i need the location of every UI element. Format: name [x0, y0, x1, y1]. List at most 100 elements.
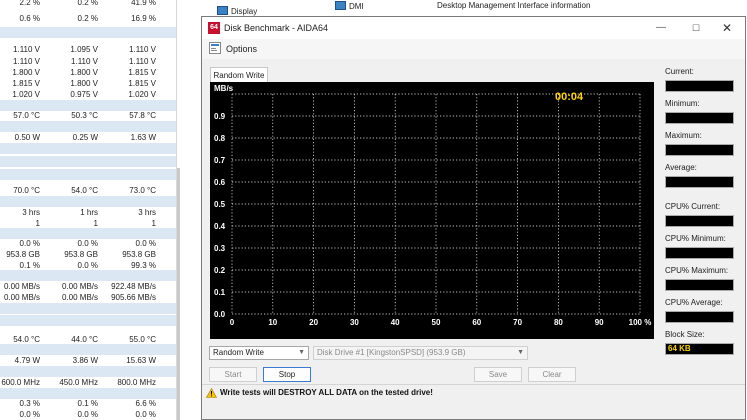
cpu-minimum-value: [665, 247, 734, 259]
table-cell: 905.66 MB/s: [111, 293, 156, 302]
table-row[interactable]: 953.8 GB 953.8 GB 953.8 GB: [0, 249, 176, 260]
status-divider: [202, 384, 745, 385]
clear-button[interactable]: Clear: [528, 367, 576, 382]
tree-item-label: Desktop Management Interface information: [437, 1, 591, 10]
x-tick-label: 10: [268, 318, 277, 327]
table-row[interactable]: 1.800 V 1.800 V 1.815 V: [0, 67, 176, 78]
stop-button[interactable]: Stop: [263, 367, 311, 382]
table-section-separator[interactable]: [0, 366, 176, 377]
table-cell: 953.8 GB: [6, 250, 40, 259]
table-row[interactable]: 1.110 V 1.095 V 1.110 V: [0, 44, 176, 55]
table-cell: 4.79 W: [14, 356, 40, 365]
table-cell: 73.0 °C: [129, 186, 156, 195]
table-section-separator[interactable]: [0, 315, 176, 326]
start-button[interactable]: Start: [209, 367, 257, 382]
monitor-icon: [217, 6, 228, 15]
x-tick-label: 90: [595, 318, 604, 327]
table-row[interactable]: 0.0 % 0.0 % 0.0 %: [0, 238, 176, 249]
drive-select[interactable]: Disk Drive #1 [KingstonSPSD] (953.9 GB) …: [313, 346, 528, 360]
x-tick-label: 100 %: [629, 318, 652, 327]
table-cell: 3.86 W: [72, 356, 98, 365]
tree-item[interactable]: Display: [217, 6, 257, 16]
options-menu[interactable]: Options: [226, 44, 257, 54]
block-size-label: Block Size:: [665, 330, 705, 339]
table-cell: 922.48 MB/s: [111, 282, 156, 291]
y-tick-label: 0.8: [214, 134, 226, 143]
table-section-separator[interactable]: [0, 156, 176, 167]
background-scrollbar[interactable]: [177, 168, 180, 420]
table-section-separator[interactable]: [0, 143, 176, 154]
table-cell: 0.0 %: [135, 239, 156, 248]
table-section-separator[interactable]: [0, 27, 176, 38]
table-row[interactable]: 0.00 MB/s 0.00 MB/s 905.66 MB/s: [0, 292, 176, 303]
table-cell: 3 hrs: [138, 208, 156, 217]
disk-benchmark-window: 64 Disk Benchmark - AIDA64 — ☐ ✕ Options…: [201, 16, 746, 420]
test-type-select[interactable]: Random Write ▼: [209, 346, 309, 360]
title-bar[interactable]: 64 Disk Benchmark - AIDA64 — ☐ ✕: [202, 17, 745, 39]
table-cell: 15.63 W: [126, 356, 156, 365]
close-button[interactable]: ✕: [719, 21, 735, 35]
x-tick-label: 30: [350, 318, 359, 327]
table-cell: 0.00 MB/s: [61, 293, 98, 302]
options-icon: [209, 42, 221, 54]
chart-background: [210, 82, 654, 339]
table-section-separator[interactable]: [0, 169, 176, 180]
table-cell: 450.0 MHz: [59, 378, 98, 387]
table-cell: 0.3 %: [19, 399, 40, 408]
table-row[interactable]: 0.6 % 0.2 % 16.9 %: [0, 13, 176, 24]
average-label: Average:: [665, 163, 697, 172]
table-cell: 0.25 W: [72, 133, 98, 142]
table-cell: 1.815 V: [12, 79, 40, 88]
table-row[interactable]: 600.0 MHz 450.0 MHz 800.0 MHz: [0, 377, 176, 388]
table-row[interactable]: 3 hrs 1 hrs 3 hrs: [0, 207, 176, 218]
table-row[interactable]: 0.3 % 0.1 % 6.6 %: [0, 398, 176, 409]
table-cell: 0.50 W: [14, 133, 40, 142]
table-row[interactable]: 1.020 V 0.975 V 1.020 V: [0, 89, 176, 100]
cpu-maximum-value: [665, 279, 734, 291]
cpu-average-value: [665, 311, 734, 323]
minimize-button[interactable]: —: [653, 21, 669, 35]
table-row[interactable]: 1.110 V 1.110 V 1.110 V: [0, 56, 176, 67]
table-section-separator[interactable]: [0, 270, 176, 281]
table-section-separator[interactable]: [0, 121, 176, 132]
table-cell: 0.00 MB/s: [61, 282, 98, 291]
table-cell: 2.2 %: [19, 0, 40, 7]
table-row[interactable]: 0.00 MB/s 0.00 MB/s 922.48 MB/s: [0, 281, 176, 292]
warning-text: Write tests will DESTROY ALL DATA on the…: [220, 388, 433, 397]
table-cell: 1.020 V: [128, 90, 156, 99]
cpu-maximum-label: CPU% Maximum:: [665, 266, 729, 275]
x-tick-label: 70: [513, 318, 522, 327]
y-axis-label: MB/s: [214, 84, 234, 93]
table-cell: 0.0 %: [19, 239, 40, 248]
cpu-average-label: CPU% Average:: [665, 298, 723, 307]
table-row[interactable]: 2.2 % 0.2 % 41.9 %: [0, 0, 176, 8]
table-cell: 953.8 GB: [122, 250, 156, 259]
table-section-separator[interactable]: [0, 303, 176, 314]
table-row[interactable]: 0.50 W 0.25 W 1.63 W: [0, 132, 176, 143]
table-cell: 1.800 V: [70, 68, 98, 77]
y-tick-label: 0.5: [214, 200, 226, 209]
table-cell: 1.110 V: [13, 57, 40, 66]
table-row[interactable]: 1.815 V 1.800 V 1.815 V: [0, 78, 176, 89]
table-row[interactable]: 0.0 % 0.0 % 0.0 %: [0, 409, 176, 420]
table-cell: 1.800 V: [12, 68, 40, 77]
tab-random-write[interactable]: Random Write: [210, 67, 268, 83]
save-button[interactable]: Save: [474, 367, 522, 382]
x-tick-label: 80: [554, 318, 563, 327]
table-row[interactable]: 4.79 W 3.86 W 15.63 W: [0, 355, 176, 366]
table-section-separator[interactable]: [0, 196, 176, 207]
table-section-separator[interactable]: [0, 344, 176, 355]
y-tick-label: 0.2: [214, 266, 226, 275]
table-row[interactable]: 57.0 °C 50.3 °C 57.8 °C: [0, 110, 176, 121]
tree-item[interactable]: DMI: [335, 1, 364, 11]
table-row[interactable]: 70.0 °C 54.0 °C 73.0 °C: [0, 185, 176, 196]
maximize-button[interactable]: ☐: [688, 21, 704, 35]
table-cell: 6.6 %: [135, 399, 156, 408]
cpu-current-value: [665, 215, 734, 227]
average-value: [665, 176, 734, 188]
x-tick-label: 0: [230, 318, 235, 327]
minimum-label: Minimum:: [665, 99, 700, 108]
table-cell: 1.815 V: [128, 79, 156, 88]
table-cell: 57.8 °C: [129, 111, 156, 120]
tree-item[interactable]: Desktop Management Interface information: [437, 1, 590, 10]
